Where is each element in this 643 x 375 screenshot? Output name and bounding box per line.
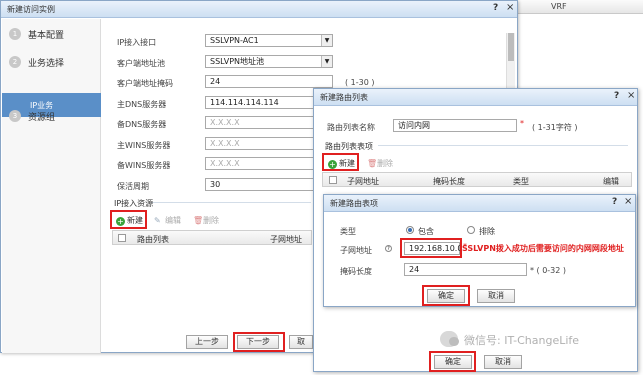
wins1-label: 主WINS服务器 (117, 141, 171, 150)
dialog-title-bar[interactable]: 新建路由列表 ? × (314, 89, 637, 106)
route-items-section-title: 路由列表表项 (325, 142, 373, 151)
step-number: 2 (9, 56, 21, 68)
column-edit: 编辑 (603, 177, 619, 186)
help-icon[interactable]: ? (493, 3, 498, 13)
column-subnet: 子网地址 (270, 235, 302, 244)
step-label: 资源组 (28, 113, 56, 123)
select-value: SSLVPN地址池 (210, 57, 265, 66)
dialog-title-bar[interactable]: 新建路由表项 ? × (324, 195, 635, 212)
edit-icon: ✎ (154, 216, 161, 225)
step-label: 业务选择 (28, 59, 65, 69)
select-all-checkbox[interactable] (329, 176, 337, 184)
button-label: 删除 (203, 216, 219, 225)
prev-button[interactable]: 上一步 (186, 335, 228, 349)
help-icon[interactable]: ? (612, 197, 617, 207)
scrollbar-thumb[interactable] (508, 33, 514, 61)
dns1-label: 主DNS服务器 (117, 100, 167, 109)
highlight-box (233, 332, 285, 352)
cancel-button[interactable]: 取消 (484, 355, 522, 369)
chevron-down-icon: ▼ (321, 56, 332, 67)
exclude-radio[interactable] (467, 226, 475, 234)
vrf-column-header: VRF (551, 2, 567, 11)
step-basic-config[interactable]: 1 基本配置 (2, 23, 101, 45)
highlight-box (400, 238, 462, 258)
keepalive-label: 保活周期 (117, 182, 149, 191)
type-label: 类型 (340, 227, 356, 236)
select-all-checkbox[interactable] (118, 234, 126, 242)
button-label: 删除 (377, 159, 393, 168)
section-divider (151, 202, 311, 203)
wins2-label: 备WINS服务器 (117, 161, 171, 170)
dns2-label: 备DNS服务器 (117, 120, 167, 129)
step-number: 3 (9, 110, 21, 122)
highlight-box (422, 285, 470, 306)
trash-icon: 🗑 (367, 159, 378, 168)
resource-table-header: 路由列表 子网地址 (112, 230, 312, 245)
step-resource-group[interactable]: 3 资源组 (2, 105, 101, 127)
delete-resource-button[interactable]: 🗑删除 (193, 215, 219, 226)
close-icon[interactable]: × (624, 196, 632, 207)
ip-interface-label: IP接入接口 (117, 38, 157, 47)
watermark: 微信号: IT-ChangeLife (440, 330, 640, 352)
subnet-label: 子网地址 (340, 246, 372, 255)
chevron-down-icon: ▼ (321, 35, 332, 46)
section-divider (378, 145, 628, 146)
pool-label: 客户端地址池 (117, 59, 165, 68)
column-subnet: 子网地址 (347, 177, 379, 186)
dialog-title-bar[interactable]: 新建访问实例 ? × (1, 1, 517, 18)
include-radio[interactable] (406, 226, 414, 234)
background-table-header (515, 0, 643, 14)
exclude-label: 排除 (479, 227, 495, 236)
watermark-text: 微信号: IT-ChangeLife (464, 334, 580, 347)
route-list-name-input[interactable]: 访问内网 (393, 119, 517, 132)
highlight-box (110, 210, 147, 229)
highlight-box (322, 153, 359, 171)
help-icon[interactable]: ? (614, 91, 619, 101)
include-label: 包含 (418, 227, 434, 236)
column-type: 类型 (513, 177, 529, 186)
trash-icon: 🗑 (193, 216, 204, 225)
button-label: 编辑 (165, 216, 181, 225)
step-number: 1 (9, 28, 21, 40)
column-mask-length: 掩码长度 (433, 177, 465, 186)
wizard-steps: 1 基本配置 2 业务选择 IP业务 3 资源组 (2, 19, 101, 353)
dialog-title: 新建访问实例 (7, 5, 55, 14)
mask-input[interactable]: 24 (205, 75, 333, 88)
step-service-select[interactable]: 2 业务选择 (2, 51, 101, 73)
mask-length-label: 掩码长度 (340, 267, 372, 276)
step-label: 基本配置 (28, 31, 65, 41)
info-icon: ? (385, 245, 392, 252)
cancel-button[interactable]: 取消 (477, 289, 515, 303)
route-items-table-header: 子网地址 掩码长度 类型 编辑 (322, 172, 632, 187)
dialog-title: 新建路由表项 (330, 199, 378, 208)
select-value: SSLVPN-AC1 (210, 36, 259, 45)
column-route-list: 路由列表 (137, 235, 169, 244)
route-list-name-label: 路由列表名称 (327, 123, 375, 132)
wechat-icon (440, 331, 459, 347)
mask-hint: ( 1-30 ) (345, 78, 375, 87)
annotation-text: SSLVPN拨入成功后需要访问的内网网段地址 (462, 244, 624, 253)
mask-length-input[interactable]: 24 (404, 263, 527, 276)
ip-resource-section-title: IP接入资源 (114, 199, 154, 208)
close-icon[interactable]: × (506, 2, 514, 13)
dialog-title: 新建路由列表 (320, 93, 368, 102)
ip-interface-select[interactable]: SSLVPN-AC1 ▼ (205, 34, 333, 47)
address-pool-select[interactable]: SSLVPN地址池 ▼ (205, 55, 333, 68)
mask-label: 客户端地址掩码 (117, 79, 173, 88)
required-mark: * (520, 119, 524, 128)
edit-resource-button[interactable]: ✎ 编辑 (154, 215, 181, 226)
highlight-box (429, 351, 476, 372)
route-list-name-hint: ( 1-31字符 ) (532, 123, 578, 132)
mask-length-hint: * ( 0-32 ) (530, 266, 567, 275)
cancel-button[interactable]: 取 (289, 335, 313, 349)
delete-route-item-button[interactable]: 🗑删除 (367, 158, 393, 169)
close-icon[interactable]: × (627, 90, 635, 101)
